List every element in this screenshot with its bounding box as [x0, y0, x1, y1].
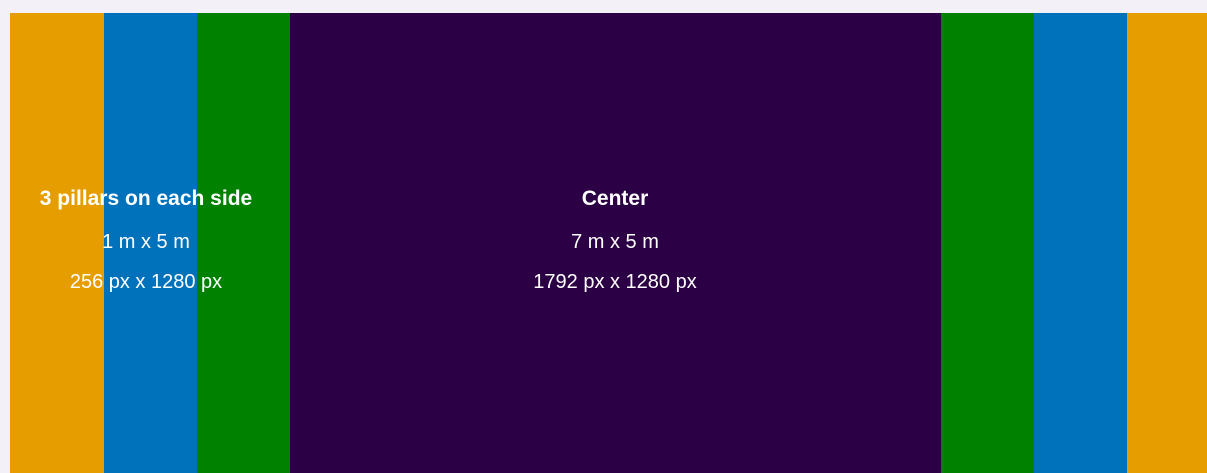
top-margin	[0, 0, 1207, 13]
right-pillar-middle	[1034, 13, 1127, 473]
pillars-size-pixels: 256 px x 1280 px	[69, 271, 223, 293]
left-margin	[0, 13, 10, 473]
right-pillar-outer	[1127, 13, 1207, 473]
right-pillar-inner	[941, 13, 1034, 473]
center-label: Center 7 m x 5 m 1792 px x 1280 px	[485, 185, 745, 295]
pillars-title: 3 pillars on each side	[39, 187, 253, 210]
pillars-label: 3 pillars on each side 1 m x 5 m 256 px …	[10, 185, 282, 295]
pillars-size-meters: 1 m x 5 m	[102, 231, 190, 253]
center-size-pixels: 1792 px x 1280 px	[533, 271, 697, 293]
center-size-meters: 7 m x 5 m	[571, 231, 659, 253]
center-title: Center	[581, 187, 649, 210]
